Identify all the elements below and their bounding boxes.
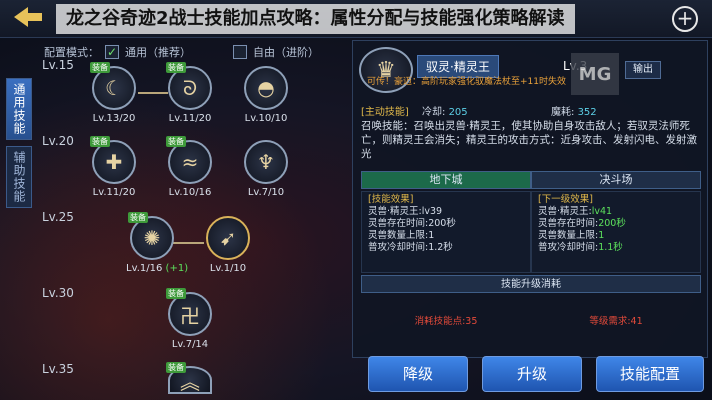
effect-row: 灵兽数量上限:1 [538, 230, 694, 242]
effect-value: 1.1秒 [598, 242, 623, 253]
skill-level-value: Lv.1/16 [126, 263, 163, 274]
upgrade-costs: 消耗技能点:35 等级需求:41 [361, 313, 701, 327]
skill-node[interactable]: 装备卍 Lv.7/14 [164, 288, 216, 354]
rune-icon: 装备卍 [166, 288, 212, 336]
skill-level: Lv.10/10 [244, 113, 288, 124]
config-option-general[interactable]: 通用（推荐） [125, 44, 191, 60]
spiral-icon: 装备 ᘐ [166, 62, 212, 110]
skill-level: Lv.11/20 [168, 113, 212, 124]
level-label: Lv.35 [42, 362, 74, 376]
spirit-icon: ♆ [244, 140, 288, 184]
config-option-free[interactable]: 自由（进阶） [253, 44, 319, 60]
skill-node[interactable]: 装备 ≈ Lv.10/16 [164, 136, 216, 202]
plus-icon[interactable]: + [672, 6, 698, 32]
page-title: 龙之谷奇迹2战士技能加点攻略：属性分配与技能强化策略解读 [56, 4, 575, 34]
effect-value: 1 [598, 230, 605, 241]
skill-config-button[interactable]: 技能配置 [596, 356, 704, 392]
tab-general-skills[interactable]: 通用技能 [6, 78, 32, 140]
mode-tabs: 地下城 决斗场 [361, 171, 701, 189]
skill-effects: [技能效果] 灵兽·精灵王:lv39 灵兽存在时间:200秒 灵兽数量上限:1 … [361, 191, 701, 273]
effect-value: lv41 [591, 206, 613, 217]
skill-node[interactable]: 装备 ︽ [164, 362, 216, 396]
skill-node[interactable]: 装备 ᘐ Lv.11/20 [164, 62, 216, 128]
config-mode-row: 配置模式： ✓ 通用（推荐） ✓ 自由（进阶） [44, 42, 319, 62]
wave-icon: 装备 ≈ [166, 136, 212, 184]
back-arrow-icon[interactable] [6, 4, 50, 34]
effect-row: 灵兽·精灵王:lv39 [368, 206, 443, 217]
skill-hint: 可传！豪迈：高阶玩家强化驭魔法杖至+11时失效 [367, 77, 566, 87]
next-effects: [下一级效果] 灵兽·精灵王:lv41 灵兽存在时间:200秒 灵兽数量上限:1… [531, 191, 701, 273]
skill-stats-row: [主动技能] 冷却: 205 魔耗: 352 [361, 103, 701, 118]
effect-label: 灵兽数量上限: [538, 230, 599, 241]
skill-category-tabs: 通用技能 辅助技能 [6, 78, 32, 214]
next-effects-header: [下一级效果] [538, 194, 593, 205]
arrow-icon: ➹ [206, 216, 250, 260]
skill-level: Lv.1/16 (+1) [126, 263, 188, 274]
level-requirement: 等级需求:41 [589, 316, 643, 327]
current-effects: [技能效果] 灵兽·精灵王:lv39 灵兽存在时间:200秒 灵兽数量上限:1 … [361, 191, 531, 273]
cooldown-label: 冷却: [422, 107, 446, 118]
skill-node[interactable]: 装备 ✺ Lv.1/16 (+1) [126, 212, 188, 278]
effect-row: 灵兽·精灵王:lv41 [538, 206, 694, 218]
output-button[interactable]: 输出 [625, 61, 661, 79]
current-effects-header: [技能效果] [368, 194, 414, 205]
watermark-logo: MG [571, 53, 619, 95]
downgrade-button[interactable]: 降级 [368, 356, 468, 392]
mana-label: 魔耗: [551, 107, 575, 118]
level-label: Lv.30 [42, 286, 74, 300]
level-label: Lv.20 [42, 134, 74, 148]
mana-value: 352 [577, 107, 597, 118]
skill-level: Lv.1/10 [209, 263, 247, 274]
effect-row: 灵兽数量上限:1 [368, 230, 435, 241]
skill-level: Lv.7/14 [171, 339, 209, 350]
top-bar: 龙之谷奇迹2战士技能加点攻略：属性分配与技能强化策略解读 + [0, 0, 712, 38]
skill-point-cost: 消耗技能点:35 [414, 316, 478, 327]
upgrade-cost-header: 技能升级消耗 [361, 275, 701, 293]
skill-node[interactable]: 装备 ✚ Lv.11/20 [88, 136, 140, 202]
effect-label: 普攻冷却时间: [538, 242, 599, 253]
checkbox-free[interactable]: ✓ [233, 45, 247, 59]
equip-badge: 装备 [166, 62, 186, 73]
dome-icon: ◓ [244, 66, 288, 110]
equip-badge: 装备 [90, 62, 110, 73]
checkbox-general[interactable]: ✓ [105, 45, 119, 59]
effect-row: 普攻冷却时间:1.1秒 [538, 242, 694, 254]
cooldown-value: 205 [448, 107, 468, 118]
tab-dungeon[interactable]: 地下城 [361, 171, 531, 189]
moon-icon: 装备 ☾ [90, 62, 136, 110]
effect-row: 灵兽存在时间:200秒 [538, 218, 694, 230]
tab-support-skills[interactable]: 辅助技能 [6, 146, 32, 208]
effect-value: 200秒 [598, 218, 626, 229]
skill-level: Lv.7/10 [247, 187, 285, 198]
skill-node[interactable]: ➹ Lv.1/10 [202, 216, 254, 278]
equip-badge: 装备 [166, 136, 186, 147]
skill-node[interactable]: ◓ Lv.10/10 [240, 66, 292, 128]
level-label: Lv.25 [42, 210, 74, 224]
skill-description: 召唤技能：召唤出灵兽·精灵王，使其协助自身攻击敌人；若驭灵法师死亡，则精灵王会消… [361, 120, 697, 160]
tab-arena[interactable]: 决斗场 [531, 171, 701, 189]
swirl-icon: 装备 ✺ [128, 212, 174, 260]
equip-badge: 装备 [166, 362, 186, 373]
effect-row: 普攻冷却时间:1.2秒 [368, 242, 453, 253]
skill-node[interactable]: ♆ Lv.7/10 [240, 140, 292, 202]
skill-level: Lv.11/20 [92, 187, 136, 198]
effect-row: 灵兽存在时间:200秒 [368, 218, 456, 229]
equip-badge: 装备 [90, 136, 110, 147]
skill-level: Lv.13/20 [92, 113, 136, 124]
effect-label: 灵兽存在时间: [538, 218, 599, 229]
level-label: Lv.15 [42, 58, 74, 72]
cross-icon: 装备 ✚ [90, 136, 136, 184]
equip-badge: 装备 [128, 212, 148, 223]
wing-icon: 装备 ︽ [166, 362, 212, 394]
active-skill-tag: [主动技能] [361, 107, 409, 118]
skill-node[interactable]: 装备 ☾ Lv.13/20 [88, 62, 140, 128]
mana-cost: 魔耗: 352 [551, 103, 597, 118]
skill-level: Lv.10/16 [168, 187, 212, 198]
skill-detail-panel: ♛ 驭灵·精灵王 Lv.3 可传！豪迈：高阶玩家强化驭魔法杖至+11时失效 MG… [352, 40, 708, 358]
skill-level-bonus: (+1) [165, 263, 189, 274]
equip-badge: 装备 [166, 288, 186, 299]
upgrade-button[interactable]: 升级 [482, 356, 582, 392]
effect-label: 灵兽·精灵王: [538, 206, 592, 217]
